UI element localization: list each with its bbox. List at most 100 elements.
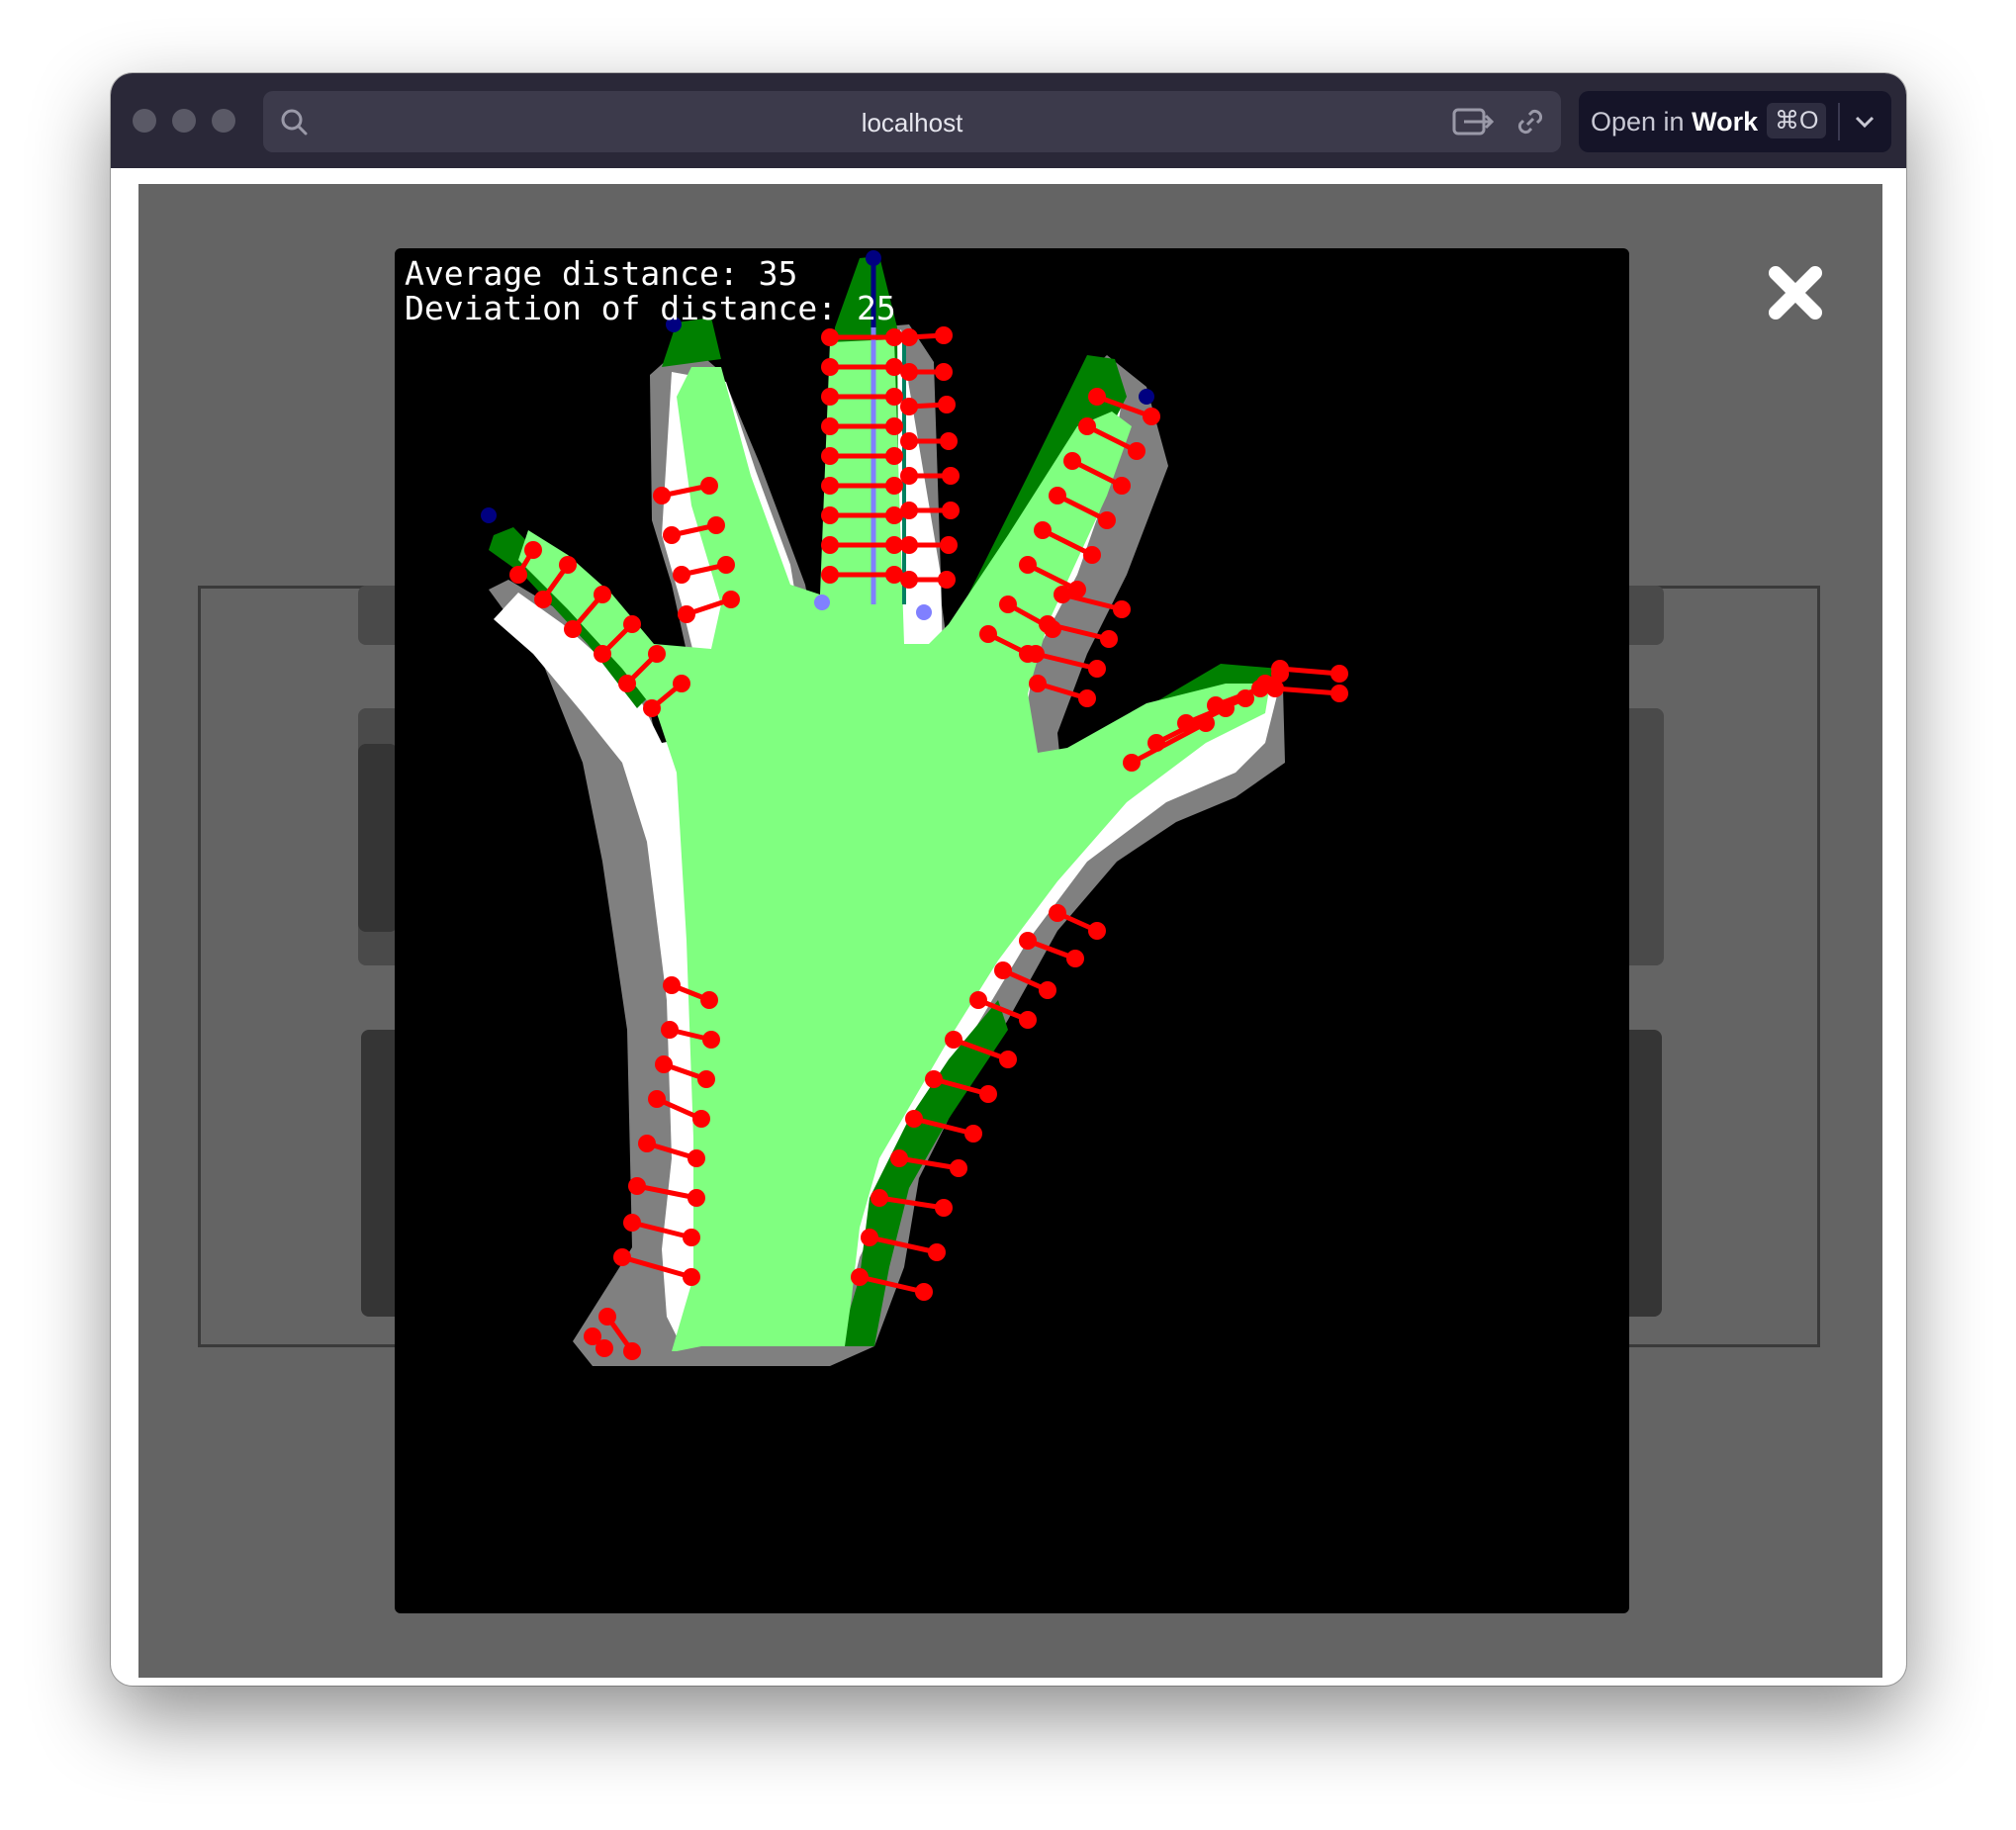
marker-dot (851, 1268, 869, 1286)
page-content: Average distance: 35 Deviation of distan… (138, 184, 1882, 1678)
marker-dot (1330, 685, 1348, 702)
share-icon[interactable] (1452, 107, 1495, 141)
open-in-work-button[interactable]: Open in Work ⌘O (1579, 91, 1891, 152)
marker-dot (821, 447, 839, 465)
marker-dot (979, 625, 997, 643)
marker-dot (559, 556, 577, 574)
marker-dot (885, 447, 903, 465)
marker-dot (1271, 660, 1289, 678)
marker-dot (697, 1070, 715, 1088)
divider (1838, 103, 1840, 140)
marker-dot (1054, 586, 1071, 603)
marker-dot (638, 1135, 656, 1152)
marker-dot (700, 991, 718, 1009)
marker-dot (861, 1229, 878, 1246)
marker-dot (935, 326, 953, 344)
marker-dot (1113, 600, 1131, 618)
marker-dot (940, 432, 958, 450)
marker-dot (885, 417, 903, 435)
marker-dot (928, 1243, 946, 1261)
url-text: localhost (861, 108, 963, 137)
image-viewer-modal: Average distance: 35 Deviation of distan… (395, 248, 1629, 1613)
marker-dot (821, 388, 839, 406)
marker-dot (678, 605, 695, 623)
marker-dot (653, 487, 671, 504)
marker-dot (915, 1283, 933, 1301)
keypoint-dot (866, 250, 881, 266)
close-window-button[interactable] (133, 109, 156, 133)
marker-dot (623, 1214, 641, 1232)
marker-dot (1078, 417, 1096, 435)
marker-dot (673, 675, 690, 692)
shortcut-badge: ⌘O (1767, 103, 1827, 138)
marker-dot (821, 536, 839, 554)
marker-dot (994, 961, 1012, 979)
marker-dot (534, 591, 552, 608)
marker-dot (1128, 442, 1145, 460)
marker-dot (1147, 734, 1165, 752)
marker-dot (623, 1342, 641, 1360)
marker-dot (900, 502, 918, 519)
open-in-label: Open in Work (1591, 107, 1759, 137)
marker-dot (969, 991, 987, 1009)
marker-dot (687, 1189, 705, 1207)
marker-dot (885, 388, 903, 406)
marker-dot (702, 1031, 720, 1049)
marker-dot (1027, 645, 1045, 663)
marker-dot (687, 1149, 705, 1167)
marker-dot (942, 502, 960, 519)
marker-dot (594, 586, 611, 603)
marker-dot (700, 477, 718, 495)
marker-dot (1083, 546, 1101, 564)
address-bar[interactable]: localhost (263, 91, 1561, 152)
marker-dot (673, 566, 690, 584)
marker-dot (1019, 1011, 1037, 1029)
chevron-down-icon[interactable] (1852, 109, 1878, 139)
marker-dot (821, 506, 839, 524)
marker-dot (905, 1110, 923, 1128)
background-card (358, 744, 398, 932)
marker-dot (613, 1248, 631, 1266)
marker-dot (999, 595, 1017, 613)
marker-dot (692, 1110, 710, 1128)
marker-dot (594, 645, 611, 663)
marker-dot (1063, 452, 1081, 470)
marker-dot (584, 1327, 601, 1345)
hand-contour-image (481, 250, 1348, 1366)
marker-dot (940, 536, 958, 554)
marker-dot (935, 363, 953, 381)
close-icon[interactable] (1766, 263, 1825, 322)
marker-dot (618, 675, 636, 692)
marker-dot (950, 1159, 967, 1177)
marker-dot (900, 571, 918, 589)
marker-dot (1029, 675, 1047, 692)
marker-dot (1330, 665, 1348, 683)
marker-dot (663, 976, 681, 994)
link-icon[interactable] (1515, 107, 1545, 141)
marker-dot (1088, 660, 1106, 678)
minimize-window-button[interactable] (172, 109, 196, 133)
distance-rung (1279, 666, 1340, 677)
marker-dot (1113, 477, 1131, 495)
marker-dot (1034, 521, 1052, 539)
marker-dot (564, 620, 582, 638)
marker-dot (1039, 615, 1056, 633)
marker-dot (938, 396, 956, 413)
marker-dot (942, 467, 960, 485)
keypoint-dot (916, 604, 932, 620)
marker-dot (821, 328, 839, 346)
marker-dot (1049, 904, 1066, 922)
marker-dot (979, 1085, 997, 1103)
marker-dot (648, 645, 666, 663)
keypoint-dot (481, 507, 497, 523)
marker-dot (890, 1149, 908, 1167)
zoom-window-button[interactable] (212, 109, 235, 133)
marker-dot (663, 526, 681, 544)
browser-window: localhost Open in Work ⌘O Average distan… (111, 73, 1906, 1686)
marker-dot (722, 591, 740, 608)
marker-dot (707, 516, 725, 534)
marker-dot (999, 1051, 1017, 1068)
marker-dot (1078, 689, 1096, 707)
marker-dot (925, 1070, 943, 1088)
marker-dot (655, 1055, 673, 1073)
